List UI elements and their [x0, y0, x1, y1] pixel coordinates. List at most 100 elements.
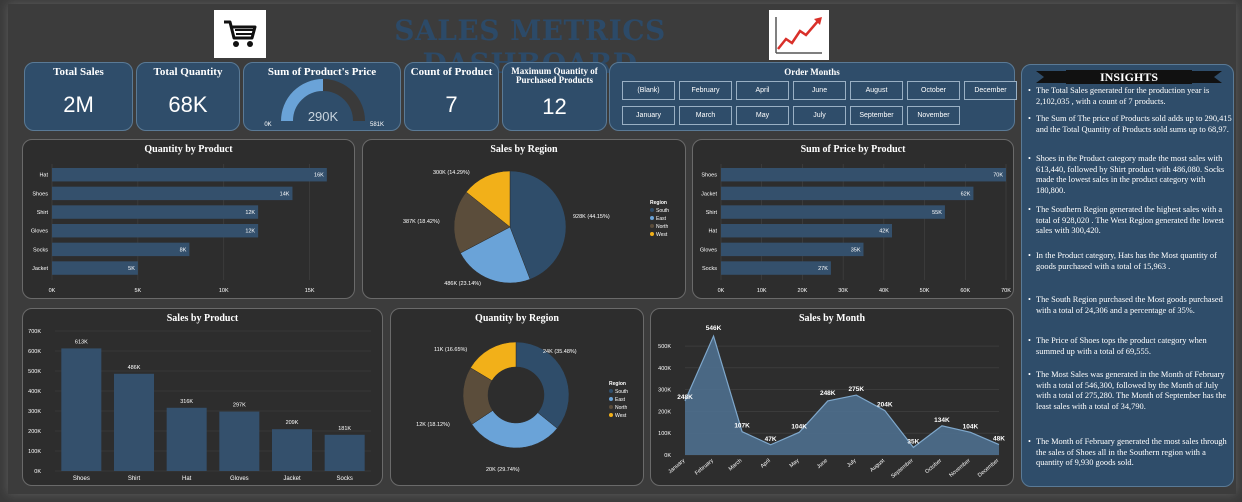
category-label: Shoes [701, 173, 717, 179]
data-label: 14K [280, 191, 290, 197]
insight-item: The Price of Shoes tops the product cate… [1028, 336, 1232, 357]
sales-by-region-chart: 928K (44.15%) 486K (23.14%) 387K (18.42%) 3… [403, 170, 669, 287]
panel-sum-price-by-product: Sum of Price by Product 0K 10K 20K 30K 40K 50… [692, 139, 1014, 299]
category-label: Socks [33, 247, 48, 253]
order-months-slicer: Order Months (Blank) February April June Aug… [609, 62, 1017, 131]
category-label: Shoes [73, 476, 90, 482]
bar [271, 429, 313, 471]
insight-item: The Southern Region generated the highes… [1028, 205, 1232, 237]
month-button-april[interactable]: April [736, 81, 789, 100]
month-button-march[interactable]: March [679, 106, 732, 125]
slice-label: 24K (35.48%) [543, 349, 577, 355]
data-label: 546K [706, 325, 722, 332]
category-label: Gloves [230, 476, 249, 482]
x-tick-label: January [667, 458, 686, 475]
data-label: 70K [993, 173, 1003, 179]
category-label: Jacket [701, 191, 717, 197]
month-button-blank[interactable]: (Blank) [622, 81, 675, 100]
legend-marker [650, 208, 654, 212]
data-label: 134K [934, 417, 950, 424]
legend-entry: North [656, 224, 668, 230]
legend-title: Region [609, 381, 626, 387]
x-tick-label: 15K [305, 288, 315, 294]
kpi-label: Total Quantity [153, 66, 223, 78]
data-label: 12K [245, 229, 255, 235]
y-tick-label: 300K [28, 409, 41, 415]
y-tick-label: 500K [28, 369, 41, 375]
data-label: 104K [791, 423, 807, 430]
insight-item: The South Region purchased the Most good… [1028, 295, 1232, 316]
insights-header: INSIGHTS [1036, 69, 1222, 85]
kpi-value: 12 [542, 94, 567, 119]
data-label: 8K [180, 247, 187, 253]
gauge-max-label: 581K [370, 122, 384, 128]
month-button-september[interactable]: September [850, 106, 903, 125]
x-tick-label: 5K [135, 288, 142, 294]
insights-title: INSIGHTS [1099, 70, 1159, 84]
month-button-july[interactable]: July [793, 106, 846, 125]
insight-item: The Most Sales was generated in the Mont… [1028, 370, 1232, 412]
data-label: 47K [765, 436, 777, 443]
bar [721, 242, 864, 257]
legend-marker [650, 216, 654, 220]
legend-entry: South [656, 208, 669, 214]
price-gauge: 290K 0K 581K [264, 79, 384, 128]
month-button-august[interactable]: August [850, 81, 903, 100]
rising-line-chart-icon [769, 10, 829, 60]
y-tick-label: 100K [28, 449, 41, 455]
legend-marker [609, 405, 613, 409]
kpi-max-quantity: Maximum Quantity of Purchased Products 1… [502, 62, 607, 131]
kpi-value: 7 [445, 92, 458, 117]
insights-panel: INSIGHTS The Total Sales generated for t… [1021, 64, 1234, 487]
data-label: 35K [851, 247, 861, 253]
month-button-october[interactable]: October [907, 81, 960, 100]
x-tick-label: April [760, 458, 772, 470]
legend-entry: East [656, 216, 667, 222]
x-tick-label: 0K [718, 288, 725, 294]
quantity-by-region-chart: 24K (35.48%) 20K (29.74%) 12K (18.12%) 11K … [416, 341, 628, 473]
kpi-label: Maximum Quantity of Purchased Products [511, 66, 598, 85]
month-button-june[interactable]: June [793, 81, 846, 100]
bar [61, 348, 102, 471]
x-tick-label: September [890, 458, 915, 480]
category-label: Hat [39, 173, 48, 179]
slice-label: 12K (18.12%) [416, 422, 450, 428]
x-tick-label: November [948, 458, 971, 479]
panel-sales-by-product: Sales by Product 0K 100K 200K 300K 400K 500K 6… [22, 308, 383, 486]
y-tick-label: 700K [28, 329, 41, 335]
month-button-january[interactable]: January [622, 106, 675, 125]
y-tick-label: 500K [658, 344, 671, 350]
month-button-december[interactable]: December [964, 81, 1017, 100]
category-label: Shirt [128, 476, 141, 482]
month-button-november[interactable]: November [907, 106, 960, 125]
x-tick-label: July [846, 458, 858, 469]
category-label: Jacket [32, 266, 48, 272]
data-label: 275K [848, 386, 864, 393]
legend-entry: West [615, 413, 627, 419]
bar [166, 407, 207, 471]
data-label: 35K [907, 438, 919, 445]
slice-label: 20K (29.74%) [486, 467, 520, 473]
x-tick-label: December [977, 458, 1000, 479]
data-label: 5K [128, 266, 135, 272]
panel-sales-by-month: Sales by Month 0K 100K 200K 300K 400K 500K 248… [650, 308, 1014, 486]
y-tick-label: 400K [658, 366, 671, 372]
category-label: Socks [336, 476, 352, 482]
data-label: 297K [233, 403, 246, 409]
month-button-february[interactable]: February [679, 81, 732, 100]
bar [52, 168, 327, 182]
data-label: 27K [818, 266, 828, 272]
kpi-value: 68K [168, 92, 208, 117]
data-label: 209K [286, 420, 299, 426]
slicer-title: Order Months [784, 67, 840, 77]
legend-title: Region [650, 200, 667, 206]
y-tick-label: 0K [34, 469, 41, 475]
category-label: Jacket [283, 476, 301, 482]
y-tick-label: 100K [658, 431, 671, 437]
y-tick-label: 200K [658, 409, 671, 415]
legend-entry: West [656, 232, 668, 238]
slice-label: 486K (23.14%) [444, 281, 481, 287]
month-button-may[interactable]: May [736, 106, 789, 125]
data-label: 204K [877, 402, 893, 409]
data-label: 62K [961, 191, 971, 197]
